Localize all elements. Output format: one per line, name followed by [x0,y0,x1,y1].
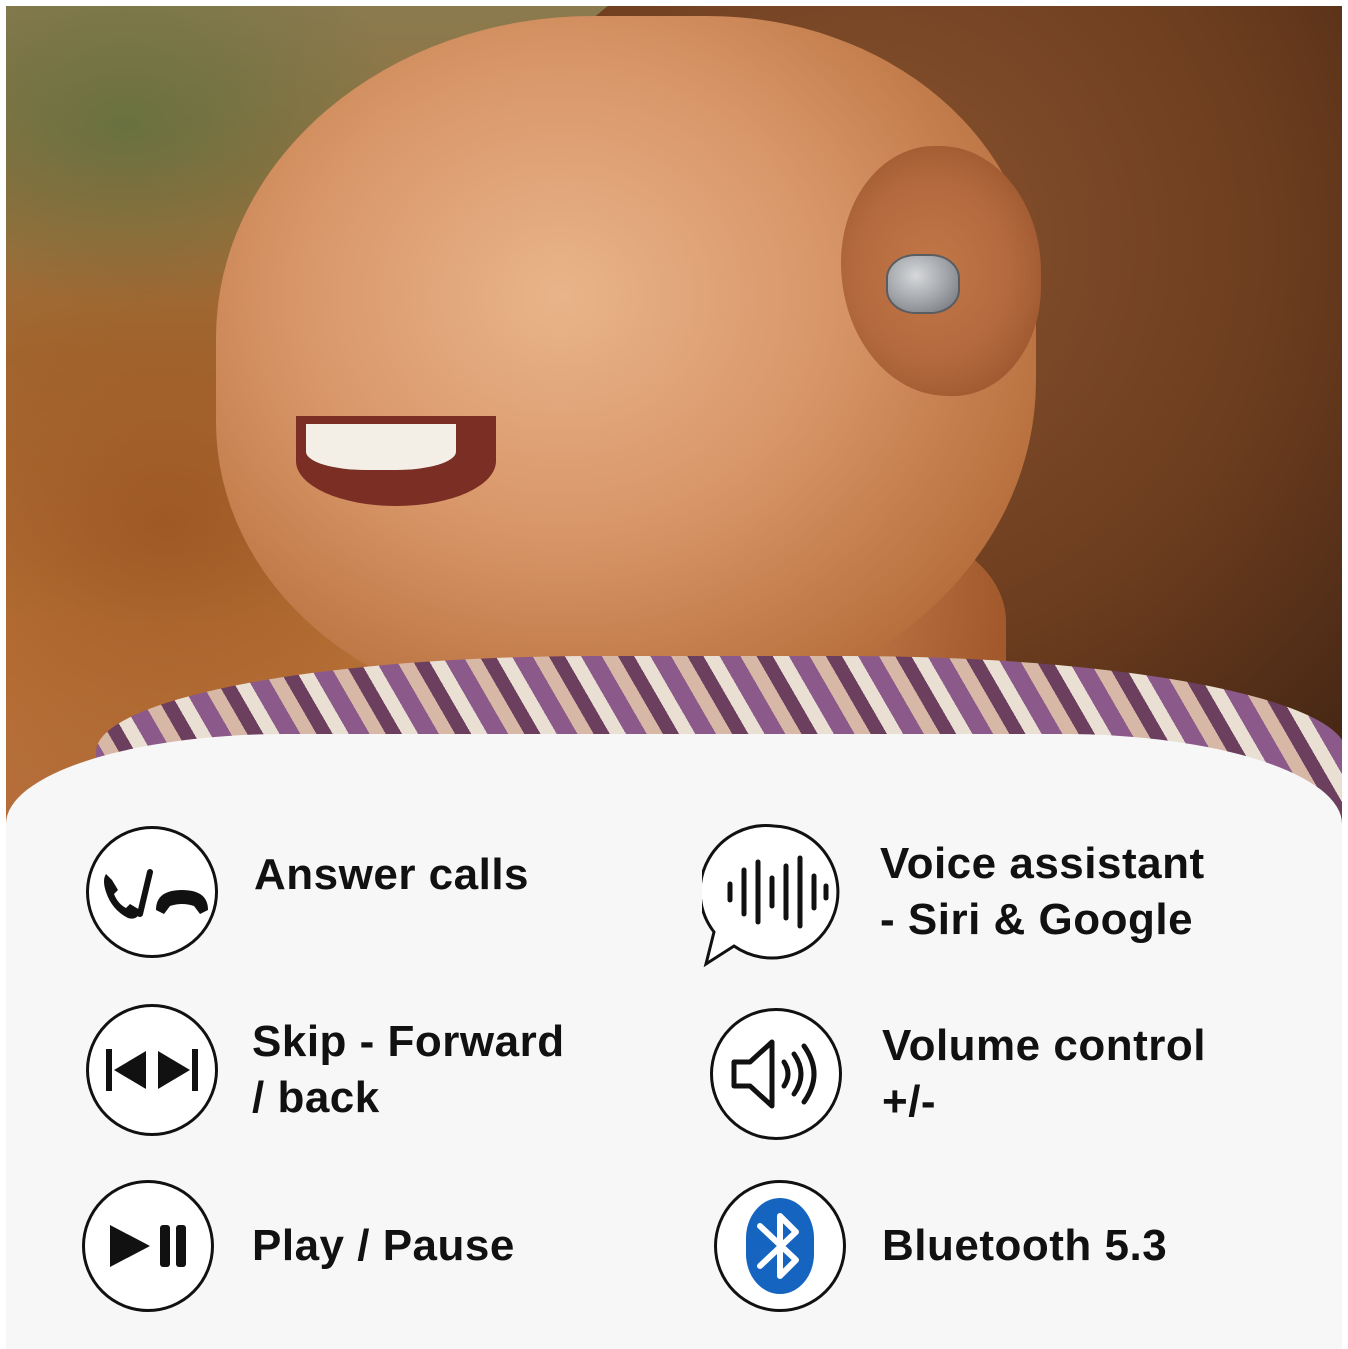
feature-bluetooth: Bluetooth 5.3 [714,1180,1167,1312]
feature-label: Answer calls [254,850,530,899]
phone-answer-hangup-icon [86,826,218,958]
feature-play-pause: Play / Pause [82,1180,515,1312]
skip-back-forward-icon [86,1004,218,1136]
speaker-volume-icon [710,1008,842,1140]
teeth-shape [306,424,456,470]
feature-voice-assistant: Voice assistant - Siri & Google [698,822,1205,970]
earbud-image [886,254,960,314]
feature-label: Bluetooth 5.3 [882,1221,1168,1270]
bluetooth-icon [714,1180,846,1312]
feature-skip: Skip - Forward / back [86,1004,565,1136]
feature-answer-calls: Answer calls [86,826,529,958]
feature-label: Skip - Forward / back [252,1017,565,1122]
product-feature-graphic: Answer calls Voice assistant - Siri & Go… [0,0,1348,1349]
feature-label: Volume control +/- [882,1021,1206,1126]
feature-label: Voice assistant - Siri & Google [880,839,1205,944]
play-pause-icon [82,1180,214,1312]
feature-volume: Volume control +/- [710,1008,1206,1140]
voice-wave-speech-bubble-icon [698,822,846,970]
feature-label: Play / Pause [252,1221,515,1270]
